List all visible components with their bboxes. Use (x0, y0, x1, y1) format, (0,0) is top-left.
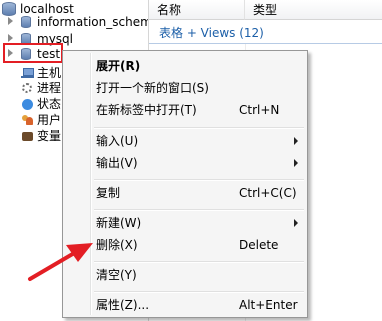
menu-label: 复制 (96, 186, 121, 200)
menu-item-open-new-tab[interactable]: 在新标签中打开(T) Ctrl+N (65, 99, 305, 121)
menu-item-export[interactable]: 输出(V) (65, 152, 305, 174)
submenu-arrow-icon (294, 137, 298, 145)
menu-item-delete[interactable]: 删除(X) Delete (65, 234, 305, 256)
expand-icon[interactable] (8, 34, 13, 42)
menu-label: 清空(Y) (96, 268, 137, 282)
menu-shortcut: Delete (239, 238, 279, 252)
menu-separator (94, 291, 304, 293)
process-icon (21, 82, 34, 94)
group-row-tables[interactable]: 表格 + Views (12) (149, 22, 382, 44)
menu-label: 输入(U) (96, 134, 139, 148)
column-header-type[interactable]: 类型 (245, 0, 382, 20)
menu-separator (94, 179, 304, 181)
menu-item-clear[interactable]: 清空(Y) (65, 264, 305, 286)
menu-item-expand[interactable]: 展开(R) (65, 55, 305, 77)
tree-item-information-schema[interactable]: information_schema (0, 13, 159, 31)
menu-label: 属性(Z)... (96, 298, 150, 312)
menu-label: 删除(X) (96, 238, 138, 252)
menu-label: 输出(V) (96, 156, 138, 170)
menu-label: 在新标签中打开(T) (96, 103, 197, 117)
menu-separator (94, 209, 304, 211)
menu-separator (94, 127, 304, 129)
menu-separator (94, 261, 304, 263)
database-icon (21, 16, 31, 28)
menu-item-open-new-window[interactable]: 打开一个新的窗口(S) (65, 77, 305, 99)
menu-shortcut: Alt+Enter (239, 298, 298, 312)
menu-item-new[interactable]: 新建(W) (65, 212, 305, 234)
variables-icon (21, 130, 34, 142)
host-icon (21, 67, 34, 79)
submenu-arrow-icon (294, 219, 298, 227)
menu-item-import[interactable]: 输入(U) (65, 130, 305, 152)
column-header-name[interactable]: 名称 (149, 0, 245, 20)
status-icon (21, 98, 34, 110)
menu-shortcut: Ctrl+N (239, 103, 280, 117)
expand-icon[interactable] (8, 17, 13, 25)
menu-label: 新建(W) (96, 216, 142, 230)
submenu-arrow-icon (294, 159, 298, 167)
tool-label: 变量 (37, 129, 62, 143)
menu-label: 展开(R) (96, 59, 141, 73)
database-label: information_schema (37, 15, 160, 29)
menu-item-copy[interactable]: 复制 Ctrl+C(C) (65, 182, 305, 204)
users-icon (21, 114, 34, 126)
menu-shortcut: Ctrl+C(C) (239, 186, 297, 200)
menu-label: 打开一个新的窗口(S) (96, 81, 209, 95)
highlight-box (3, 43, 63, 63)
context-menu: 展开(R) 打开一个新的窗口(S) 在新标签中打开(T) Ctrl+N 输入(U… (62, 50, 308, 318)
menu-item-properties[interactable]: 属性(Z)... Alt+Enter (65, 294, 305, 316)
